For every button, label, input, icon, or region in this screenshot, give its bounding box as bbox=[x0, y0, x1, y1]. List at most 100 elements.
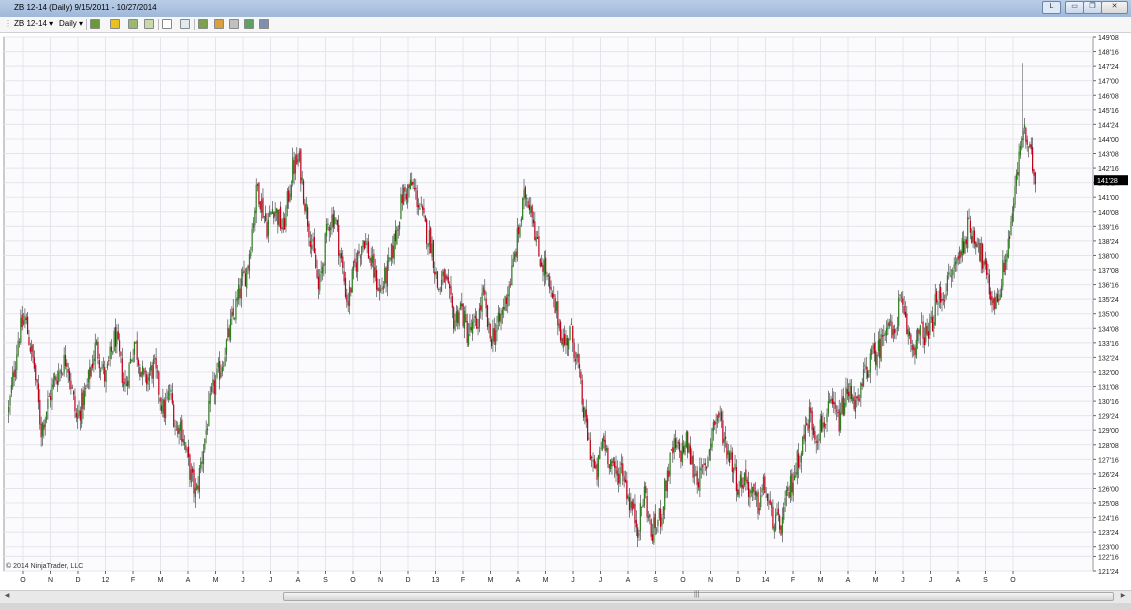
candle-up bbox=[584, 407, 586, 417]
candle-up bbox=[819, 419, 821, 441]
candle-up bbox=[351, 269, 353, 293]
candle-up bbox=[215, 379, 217, 395]
candle-down bbox=[984, 258, 986, 265]
cursor-icon[interactable] bbox=[162, 19, 172, 29]
x-tick-label: F bbox=[131, 577, 135, 584]
candle-down bbox=[430, 227, 432, 254]
candle-up bbox=[365, 240, 367, 246]
candle-up bbox=[773, 526, 775, 532]
candle-up bbox=[361, 246, 363, 255]
candle-up bbox=[715, 422, 717, 424]
scroll-left-arrow-icon[interactable]: ◀ bbox=[2, 592, 12, 601]
candle-up bbox=[758, 508, 760, 511]
candle-up bbox=[1021, 138, 1023, 149]
properties-icon[interactable] bbox=[214, 19, 224, 29]
candle-down bbox=[865, 366, 867, 370]
candle-down bbox=[328, 226, 330, 232]
candle-down bbox=[323, 264, 325, 267]
candle-up bbox=[632, 503, 635, 509]
candle-up bbox=[599, 450, 601, 460]
candle-down bbox=[35, 365, 37, 381]
x-tick-label: J bbox=[599, 577, 603, 584]
candle-down bbox=[607, 448, 609, 465]
y-tick-label: 133'16 bbox=[1098, 341, 1119, 348]
candle-up bbox=[565, 335, 567, 346]
candle-down bbox=[411, 181, 413, 186]
panel-icon[interactable] bbox=[259, 19, 269, 29]
candle-down bbox=[779, 515, 781, 530]
y-tick-label: 129'24 bbox=[1098, 414, 1119, 421]
candle-down bbox=[975, 241, 977, 247]
link-button[interactable]: L bbox=[1042, 1, 1061, 14]
candle-up bbox=[400, 193, 402, 220]
candle-up bbox=[507, 294, 509, 307]
candle-down bbox=[192, 468, 194, 473]
candle-down bbox=[342, 256, 344, 268]
candle-up bbox=[374, 267, 376, 278]
indicator-icon[interactable] bbox=[128, 19, 138, 29]
candle-down bbox=[787, 487, 789, 491]
candle-down bbox=[394, 230, 397, 242]
candle-up bbox=[685, 432, 687, 448]
candle-up bbox=[83, 391, 86, 406]
candle-down bbox=[922, 321, 924, 339]
candle-down bbox=[574, 359, 577, 361]
y-tick-label: 132'24 bbox=[1098, 355, 1119, 362]
candle-up bbox=[711, 428, 713, 448]
horizontal-scrollbar[interactable]: ◀ ||| ▶ bbox=[0, 590, 1131, 603]
interval-selector[interactable]: Daily ▾ bbox=[59, 18, 83, 30]
candle-down bbox=[772, 506, 774, 529]
y-tick-label: 140'08 bbox=[1098, 210, 1119, 217]
candle-down bbox=[879, 338, 881, 359]
candle-up bbox=[958, 250, 961, 259]
data-box-icon[interactable] bbox=[198, 19, 208, 29]
candle-down bbox=[620, 463, 623, 465]
candle-down bbox=[239, 288, 241, 298]
candle-down bbox=[891, 321, 893, 339]
draw-pencil-icon[interactable] bbox=[110, 19, 120, 29]
candle-down bbox=[996, 294, 999, 302]
close-button[interactable]: ✕ bbox=[1101, 1, 1128, 14]
candle-down bbox=[213, 380, 215, 395]
y-tick-label: 148'16 bbox=[1098, 50, 1119, 57]
candle-down bbox=[146, 374, 148, 385]
price-chart[interactable]: 149'08 148'16 147'24 147'00 146'08 145'16 144'… bbox=[0, 33, 1131, 590]
candle-up bbox=[516, 228, 518, 258]
candle-down bbox=[550, 287, 552, 291]
candle-up bbox=[469, 323, 471, 333]
candle-up bbox=[930, 316, 932, 321]
strategy-icon[interactable] bbox=[144, 19, 154, 29]
scrollbar-thumb[interactable]: ||| bbox=[283, 591, 1114, 601]
zoom-icon[interactable] bbox=[180, 19, 190, 29]
candle-down bbox=[36, 379, 38, 383]
y-tick-label: 132'00 bbox=[1098, 370, 1119, 377]
candle-down bbox=[486, 305, 489, 327]
scroll-right-arrow-icon[interactable]: ▶ bbox=[1118, 592, 1128, 601]
instrument-selector[interactable]: ZB 12-14 ▾ bbox=[14, 18, 53, 30]
candle-down bbox=[753, 483, 755, 492]
candle-up bbox=[390, 244, 393, 261]
export-icon[interactable] bbox=[244, 19, 254, 29]
candle-down bbox=[908, 331, 911, 336]
candle-down bbox=[288, 190, 290, 202]
candle-up bbox=[630, 501, 632, 508]
x-tick-label: A bbox=[186, 577, 191, 584]
candle-down bbox=[837, 412, 839, 413]
candle-down bbox=[834, 402, 836, 410]
candle-down bbox=[701, 465, 704, 467]
maximize-button[interactable]: ❐ bbox=[1083, 1, 1102, 14]
candle-down bbox=[634, 503, 636, 524]
snapshot-icon[interactable] bbox=[229, 19, 239, 29]
candle-up bbox=[710, 443, 712, 451]
candle-down bbox=[313, 236, 315, 253]
candle-down bbox=[689, 445, 692, 465]
minimize-button[interactable]: ▭ bbox=[1065, 1, 1084, 14]
candle-down bbox=[812, 427, 815, 435]
candle-up bbox=[508, 285, 510, 297]
y-tick-label: 139'16 bbox=[1098, 224, 1119, 231]
bars-type-icon[interactable] bbox=[90, 19, 100, 29]
price-chart-panel[interactable]: 149'08 148'16 147'24 147'00 146'08 145'16 144'… bbox=[0, 33, 1131, 590]
candle-down bbox=[906, 313, 908, 335]
candle-down bbox=[729, 452, 731, 463]
candle-down bbox=[462, 303, 464, 327]
